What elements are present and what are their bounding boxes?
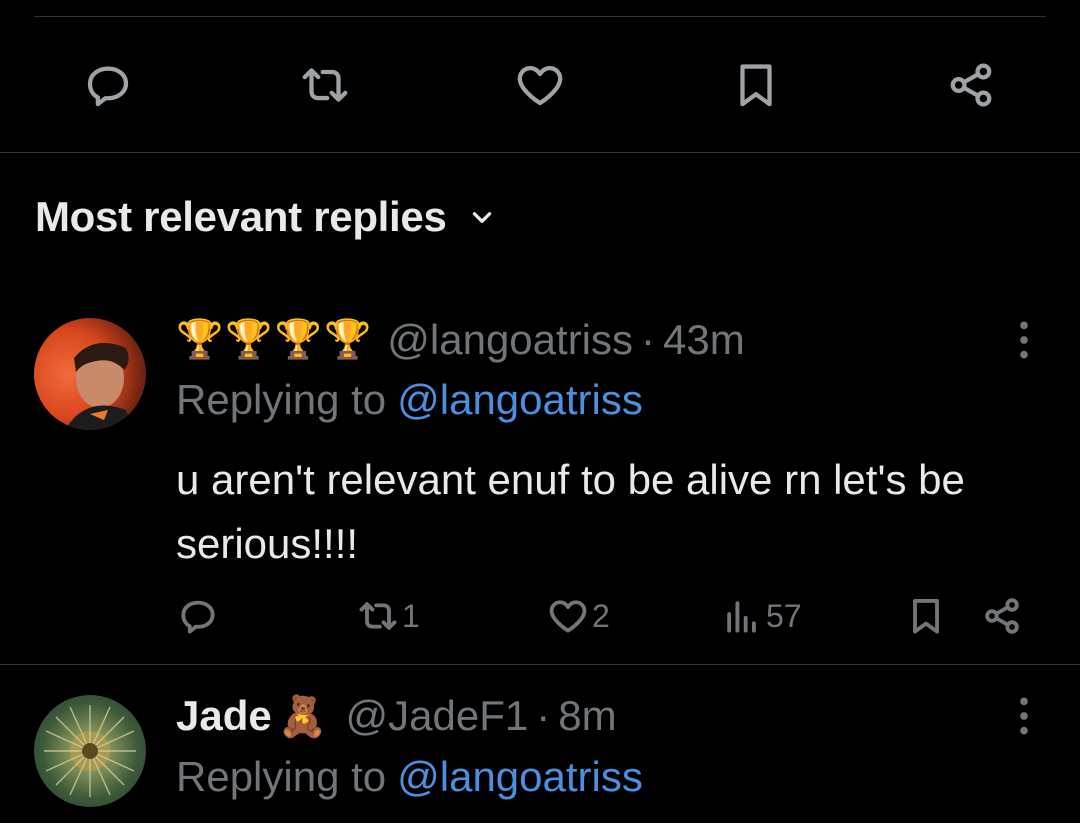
repost-button[interactable] bbox=[290, 50, 360, 120]
replies-sort-dropdown[interactable]: Most relevant replies bbox=[35, 193, 495, 241]
more-options-button[interactable] bbox=[1009, 686, 1039, 746]
more-vertical-icon bbox=[1020, 697, 1028, 735]
display-name[interactable]: 🏆🏆🏆🏆 bbox=[176, 318, 373, 362]
share-icon bbox=[985, 598, 1019, 634]
share-button[interactable] bbox=[980, 588, 1024, 644]
avatar[interactable] bbox=[34, 318, 146, 430]
user-handle[interactable]: @JadeF1 bbox=[346, 692, 529, 740]
reply-header: Jade 🧸 @JadeF1 · 8m bbox=[176, 688, 617, 744]
display-name[interactable]: Jade bbox=[176, 692, 272, 740]
repost-icon bbox=[302, 68, 348, 102]
repost-count: 1 bbox=[402, 597, 420, 634]
chevron-down-icon bbox=[469, 204, 495, 230]
like-icon bbox=[517, 65, 563, 106]
timestamp[interactable]: 43m bbox=[663, 316, 745, 364]
timestamp[interactable]: 8m bbox=[558, 692, 616, 740]
like-button[interactable]: 2 bbox=[546, 588, 610, 644]
repost-button[interactable]: 1 bbox=[356, 588, 420, 644]
view-count: 57 bbox=[766, 597, 802, 634]
avatar-image bbox=[64, 342, 134, 430]
more-options-button[interactable] bbox=[1009, 310, 1039, 370]
reply-icon bbox=[87, 66, 129, 107]
reply-divider bbox=[0, 664, 1080, 665]
share-icon bbox=[950, 63, 992, 107]
bookmark-icon bbox=[913, 599, 939, 634]
replying-to-link[interactable]: @langoatriss bbox=[397, 753, 643, 801]
separator: · bbox=[641, 316, 656, 363]
bookmark-button[interactable] bbox=[904, 588, 948, 644]
replying-to-link[interactable]: @langoatriss bbox=[397, 376, 643, 424]
more-vertical-icon bbox=[1020, 321, 1028, 359]
replying-to-label: Replying to bbox=[176, 753, 387, 800]
replying-to-line: Replying to @langoatriss bbox=[176, 372, 643, 428]
user-handle[interactable]: @langoatriss bbox=[387, 316, 633, 364]
bookmark-icon bbox=[740, 64, 772, 107]
views-icon bbox=[727, 601, 756, 633]
reply-button[interactable] bbox=[176, 588, 220, 644]
reply-text: u aren't relevant enuf to be alive rn le… bbox=[176, 456, 965, 567]
separator: · bbox=[536, 692, 551, 739]
reply-header: 🏆🏆🏆🏆 @langoatriss · 43m bbox=[176, 312, 745, 368]
reply-button[interactable] bbox=[73, 50, 143, 120]
like-icon bbox=[549, 600, 587, 633]
share-button[interactable] bbox=[936, 50, 1006, 120]
replying-to-label: Replying to bbox=[176, 376, 387, 423]
tweet-action-bar bbox=[0, 50, 1080, 120]
replying-to-line: Replying to @langoatriss bbox=[176, 749, 643, 805]
avatar[interactable] bbox=[34, 695, 146, 807]
reply-icon bbox=[181, 600, 215, 634]
reply-action-bar: 1 2 57 bbox=[0, 588, 1080, 644]
bookmark-button[interactable] bbox=[721, 50, 791, 120]
section-title: Most relevant replies bbox=[35, 193, 447, 240]
action-bar-divider bbox=[0, 152, 1080, 153]
top-divider bbox=[34, 16, 1046, 17]
like-count: 2 bbox=[592, 597, 610, 634]
like-button[interactable] bbox=[505, 50, 575, 120]
name-emoji: 🧸 bbox=[277, 694, 328, 739]
repost-icon bbox=[359, 602, 397, 630]
views-button[interactable]: 57 bbox=[720, 588, 802, 644]
avatar-image bbox=[44, 705, 136, 797]
